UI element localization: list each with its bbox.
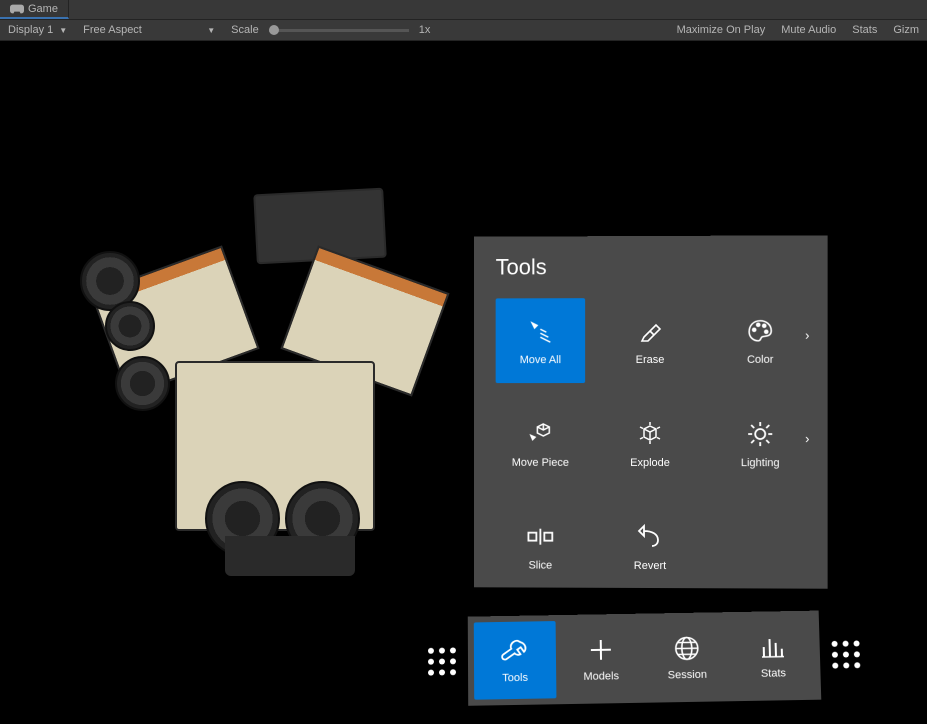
- globe-icon: [672, 633, 703, 663]
- drag-dot-icon: [428, 670, 434, 676]
- drag-dot-icon: [428, 648, 434, 654]
- drag-dot-icon: [854, 662, 860, 668]
- tool-label: Move Piece: [512, 456, 569, 468]
- chevron-right-icon: ›: [805, 431, 809, 446]
- drag-dot-icon: [439, 659, 445, 665]
- nav-tools[interactable]: Tools: [474, 621, 557, 700]
- drag-dot-icon: [843, 652, 849, 658]
- drag-dot-icon: [842, 641, 848, 647]
- tool-explode[interactable]: Explode: [605, 401, 695, 486]
- drag-dot-icon: [853, 640, 859, 646]
- gizmos-dropdown[interactable]: Gizm: [889, 24, 923, 36]
- drag-dot-icon: [832, 663, 838, 669]
- tools-panel: Tools Move All Erase: [474, 235, 828, 588]
- nav-session[interactable]: Session: [645, 618, 729, 697]
- nav-label: Session: [668, 669, 707, 682]
- tool-move-all[interactable]: Move All: [496, 298, 585, 383]
- tool-slice[interactable]: Slice: [496, 504, 585, 589]
- tool-label: Lighting: [741, 457, 780, 469]
- engine-model[interactable]: [75, 181, 475, 581]
- stats-toggle[interactable]: Stats: [848, 24, 881, 36]
- tab-bar: Game: [0, 0, 927, 20]
- palette-icon: [745, 315, 775, 345]
- display-dropdown[interactable]: Display 1 ▼: [4, 24, 71, 36]
- bottom-nav-wrapper: Tools Models Session: [428, 610, 866, 707]
- move-piece-icon: [525, 418, 555, 448]
- drag-dot-icon: [439, 648, 445, 654]
- explode-icon: [635, 418, 665, 448]
- drag-dot-icon: [450, 669, 456, 675]
- drag-dot-icon: [450, 647, 456, 653]
- drag-dot-icon: [854, 651, 860, 657]
- chevron-right-icon: ›: [805, 328, 809, 343]
- drag-dot-icon: [832, 641, 838, 647]
- chevron-down-icon: ▼: [207, 26, 215, 35]
- move-all-icon: [525, 316, 555, 346]
- scale-control: Scale 1x: [227, 24, 434, 36]
- nav-models[interactable]: Models: [560, 620, 643, 699]
- scale-slider[interactable]: [269, 29, 409, 32]
- drag-handle-right[interactable]: [832, 640, 861, 668]
- nav-label: Tools: [502, 672, 528, 684]
- tools-panel-title: Tools: [496, 253, 806, 280]
- aspect-dropdown[interactable]: Free Aspect ▼: [79, 24, 219, 36]
- drag-handle-left[interactable]: [428, 647, 456, 675]
- lighting-icon: [745, 419, 775, 449]
- game-controller-icon: [10, 4, 24, 14]
- tool-label: Slice: [528, 559, 552, 571]
- tool-erase[interactable]: Erase: [605, 298, 695, 383]
- tools-grid: Move All Erase: [496, 298, 806, 590]
- tool-color[interactable]: Color ›: [715, 298, 805, 383]
- wrench-icon: [500, 636, 530, 666]
- tool-label: Explode: [630, 456, 670, 468]
- drag-dot-icon: [843, 662, 849, 668]
- nav-label: Models: [583, 670, 619, 683]
- tool-label: Erase: [636, 353, 665, 365]
- drag-dot-icon: [439, 669, 445, 675]
- tool-label: Color: [747, 353, 773, 365]
- tool-revert[interactable]: Revert: [605, 504, 695, 589]
- tool-move-piece[interactable]: Move Piece: [496, 401, 585, 486]
- bottom-nav: Tools Models Session: [468, 611, 822, 706]
- drag-dot-icon: [832, 652, 838, 658]
- maximize-on-play-toggle[interactable]: Maximize On Play: [673, 24, 770, 36]
- nav-stats[interactable]: Stats: [731, 617, 815, 696]
- nav-label: Stats: [761, 667, 786, 679]
- scale-slider-handle[interactable]: [269, 25, 279, 35]
- engine-oilpan: [225, 536, 355, 576]
- tab-game[interactable]: Game: [0, 0, 69, 19]
- tool-label: Move All: [520, 354, 561, 366]
- pulley-icon: [105, 301, 155, 351]
- plus-icon: [586, 635, 616, 665]
- tab-label: Game: [28, 3, 58, 15]
- drag-dot-icon: [450, 658, 456, 664]
- tool-label: Revert: [634, 559, 666, 571]
- game-toolbar: Display 1 ▼ Free Aspect ▼ Scale 1x Maxim…: [0, 20, 927, 41]
- mute-audio-toggle[interactable]: Mute Audio: [777, 24, 840, 36]
- slice-icon: [525, 521, 555, 551]
- erase-icon: [635, 315, 665, 345]
- bar-chart-icon: [757, 632, 788, 662]
- drag-dot-icon: [428, 659, 434, 665]
- chevron-down-icon: ▼: [59, 26, 67, 35]
- revert-icon: [635, 521, 665, 551]
- tool-lighting[interactable]: Lighting ›: [715, 401, 805, 486]
- game-view[interactable]: Tools Move All Erase: [0, 41, 927, 724]
- pulley-icon: [115, 356, 170, 411]
